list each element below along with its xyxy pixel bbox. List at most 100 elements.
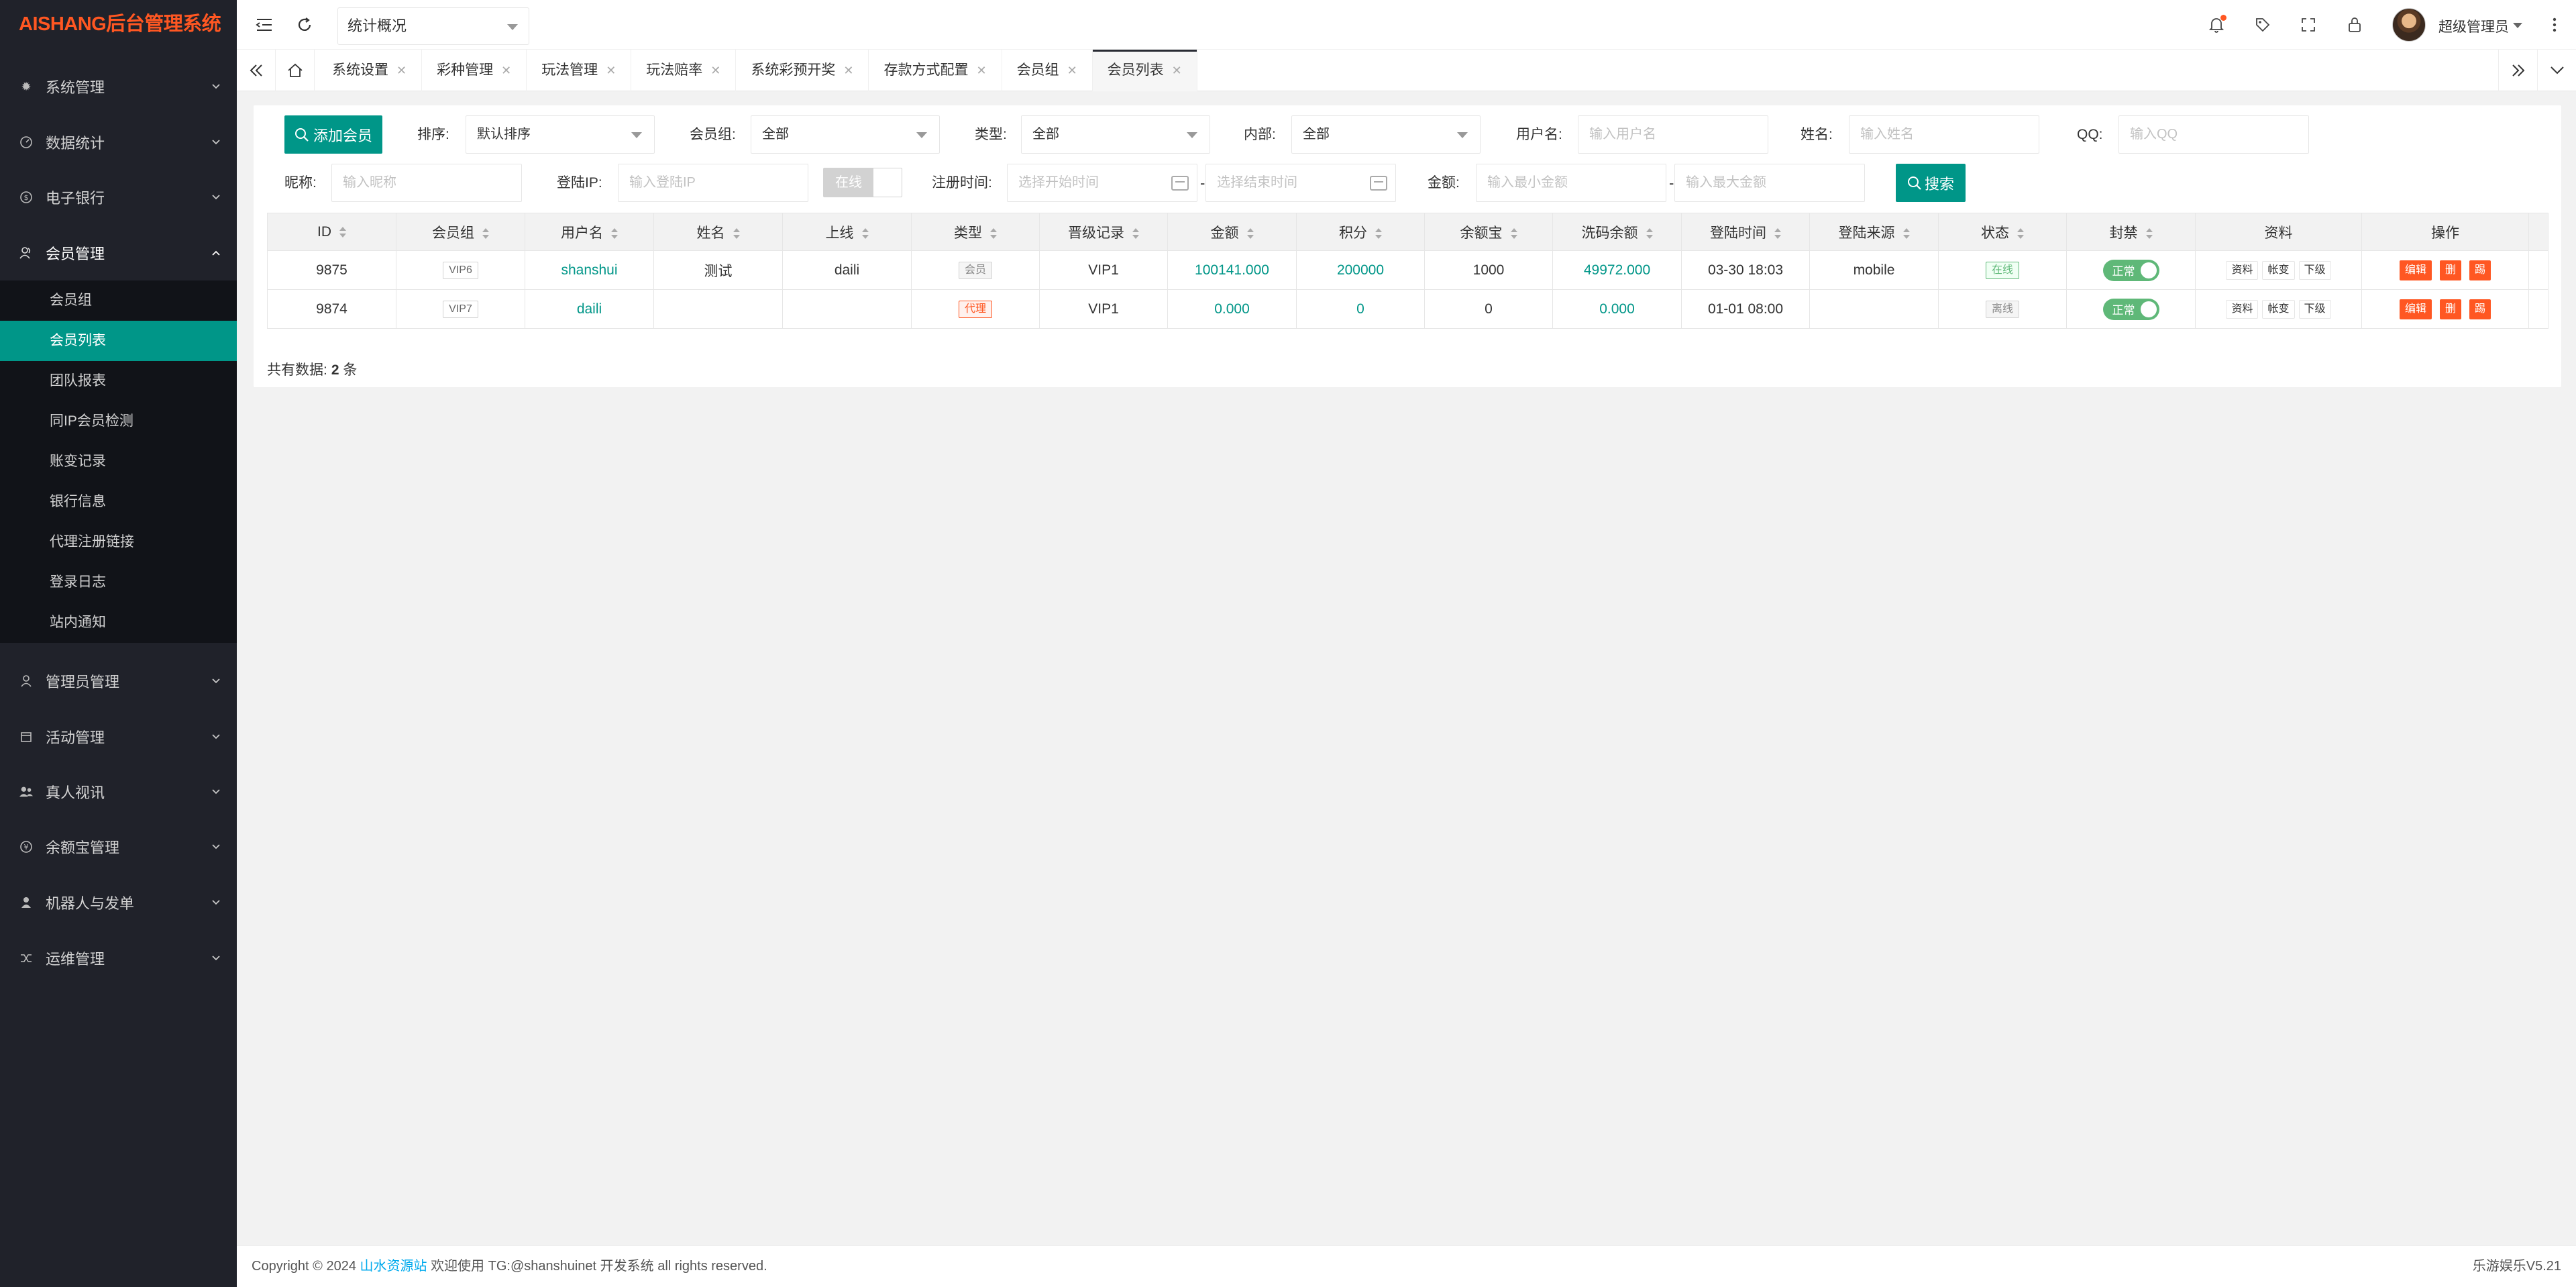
nav-live-video[interactable]: 真人视讯 [0,764,237,819]
col-level-record[interactable]: 晋级记录 [1039,213,1168,251]
sort-icon[interactable] [339,226,346,238]
close-icon[interactable]: ✕ [606,64,616,77]
col-points[interactable]: 积分 [1296,213,1425,251]
tab-lottery-management[interactable]: 彩种管理 ✕ [422,50,527,91]
tab-deposit-config[interactable]: 存款方式配置 ✕ [869,50,1002,91]
edit-button[interactable]: 编辑 [2399,260,2432,280]
sort-icon[interactable] [482,227,489,240]
username-link[interactable]: daili [525,289,654,329]
account-changes-button[interactable]: 帐变 [2262,260,2295,280]
tabs-next-icon[interactable] [2498,50,2537,91]
close-icon[interactable]: ✕ [1067,64,1077,77]
sidebar-item-account-changes[interactable]: 账变记录 [0,442,237,482]
qq-input[interactable]: 输入QQ [2118,115,2309,154]
sort-icon[interactable] [2145,227,2153,240]
col-login-source[interactable]: 登陆来源 [1809,213,1939,251]
info-button[interactable]: 资料 [2226,299,2259,319]
tabs-menu-chevron-icon[interactable] [2537,50,2576,91]
sidebar-item-agent-links[interactable]: 代理注册链接 [0,522,237,562]
refresh-icon[interactable] [293,13,316,36]
col-amount[interactable]: 金额 [1167,213,1297,251]
sidebar-item-member-group[interactable]: 会员组 [0,280,237,321]
nav-system-settings[interactable]: ✹ 系统管理 [0,59,237,114]
sidebar-item-team-report[interactable]: 团队报表 [0,361,237,401]
admin-name[interactable]: 超级管理员 [2438,16,2509,36]
home-icon[interactable] [276,50,315,91]
sort-icon[interactable] [1774,227,1781,240]
tab-member-group[interactable]: 会员组 ✕ [1002,50,1093,91]
nav-ops-management[interactable]: 运维管理 [0,931,237,986]
delete-button[interactable]: 删 [2439,299,2461,319]
wash-balance-link[interactable]: 0.000 [1552,289,1682,329]
more-vertical-icon[interactable] [2543,13,2566,36]
sort-icon[interactable] [1375,227,1382,240]
nav-member-management[interactable]: 会员管理 [0,225,237,280]
sort-icon[interactable] [1246,227,1254,240]
sidebar-item-notifications[interactable]: 站内通知 [0,603,237,643]
sort-icon[interactable] [861,227,869,240]
name-input[interactable]: 输入姓名 [1849,115,2039,154]
lock-icon[interactable] [2343,13,2366,36]
tab-system-lottery-draw[interactable]: 系统彩预开奖 ✕ [736,50,869,91]
sort-icon[interactable] [990,227,997,240]
username-link[interactable]: shanshui [525,250,654,290]
nav-activity-management[interactable]: 活动管理 [0,709,237,764]
tab-system-settings[interactable]: 系统设置 ✕ [317,50,423,91]
points-link[interactable]: 200000 [1296,250,1425,290]
username-input[interactable]: 输入用户名 [1578,115,1768,154]
member-group-select[interactable]: 全部 [751,115,940,154]
tab-member-list[interactable]: 会员列表 ✕ [1092,50,1197,91]
search-button[interactable]: 搜索 [1896,164,1966,202]
amount-max-input[interactable]: 输入最大金额 [1674,164,1865,202]
kick-button[interactable]: 踢 [2469,299,2491,319]
nav-robot-orders[interactable]: 机器人与发单 [0,875,237,930]
col-upline[interactable]: 上线 [782,213,912,251]
nav-data-stats[interactable]: 数据统计 [0,115,237,170]
ban-toggle[interactable]: 正常 [2102,298,2159,320]
sidebar-item-bank-info[interactable]: 银行信息 [0,482,237,522]
close-icon[interactable]: ✕ [1172,64,1182,77]
tabs-prev-icon[interactable] [237,50,276,91]
close-icon[interactable]: ✕ [976,64,986,77]
close-icon[interactable]: ✕ [843,64,853,77]
sort-icon[interactable] [2017,227,2024,240]
login-ip-input[interactable]: 输入登陆IP [618,164,808,202]
points-link[interactable]: 0 [1296,289,1425,329]
kick-button[interactable]: 踢 [2469,260,2491,280]
online-switch[interactable]: 在线 [823,168,902,197]
close-icon[interactable]: ✕ [396,64,407,77]
wash-balance-link[interactable]: 49972.000 [1552,250,1682,290]
sort-icon[interactable] [1646,227,1653,240]
sort-icon[interactable] [733,227,740,240]
close-icon[interactable]: ✕ [501,64,511,77]
footer-link[interactable]: 山水资源站 [360,1259,427,1274]
caret-down-icon[interactable] [2513,23,2522,28]
sort-icon[interactable] [1902,227,1910,240]
col-login-time[interactable]: 登陆时间 [1681,213,1810,251]
internal-select[interactable]: 全部 [1291,115,1481,154]
nav-admin-management[interactable]: 管理员管理 [0,654,237,709]
col-name[interactable]: 姓名 [653,213,783,251]
add-member-button[interactable]: 添加会员 [284,115,382,154]
sort-icon[interactable] [1510,227,1517,240]
close-icon[interactable]: ✕ [710,64,720,77]
tag-icon[interactable] [2251,13,2274,36]
info-button[interactable]: 资料 [2226,260,2259,280]
sort-icon[interactable] [1132,227,1139,240]
subordinates-button[interactable]: 下级 [2298,299,2331,319]
tab-play-odds[interactable]: 玩法赔率 ✕ [631,50,737,91]
sidebar-item-login-log[interactable]: 登录日志 [0,562,237,603]
amount-min-input[interactable]: 输入最小金额 [1476,164,1666,202]
tab-play-management[interactable]: 玩法管理 ✕ [527,50,632,91]
nickname-input[interactable]: 输入昵称 [331,164,522,202]
col-wash-balance[interactable]: 洗码余额 [1552,213,1682,251]
type-select[interactable]: 全部 [1021,115,1210,154]
col-status[interactable]: 状态 [1938,213,2067,251]
col-member-group[interactable]: 会员组 [396,213,525,251]
subordinates-button[interactable]: 下级 [2298,260,2331,280]
nav-ebank[interactable]: $ 电子银行 [0,170,237,225]
fullscreen-icon[interactable] [2297,13,2320,36]
sidebar-item-same-ip[interactable]: 同IP会员检测 [0,401,237,442]
amount-link[interactable]: 100141.000 [1167,250,1297,290]
overview-select[interactable]: 统计概况 [337,7,529,45]
